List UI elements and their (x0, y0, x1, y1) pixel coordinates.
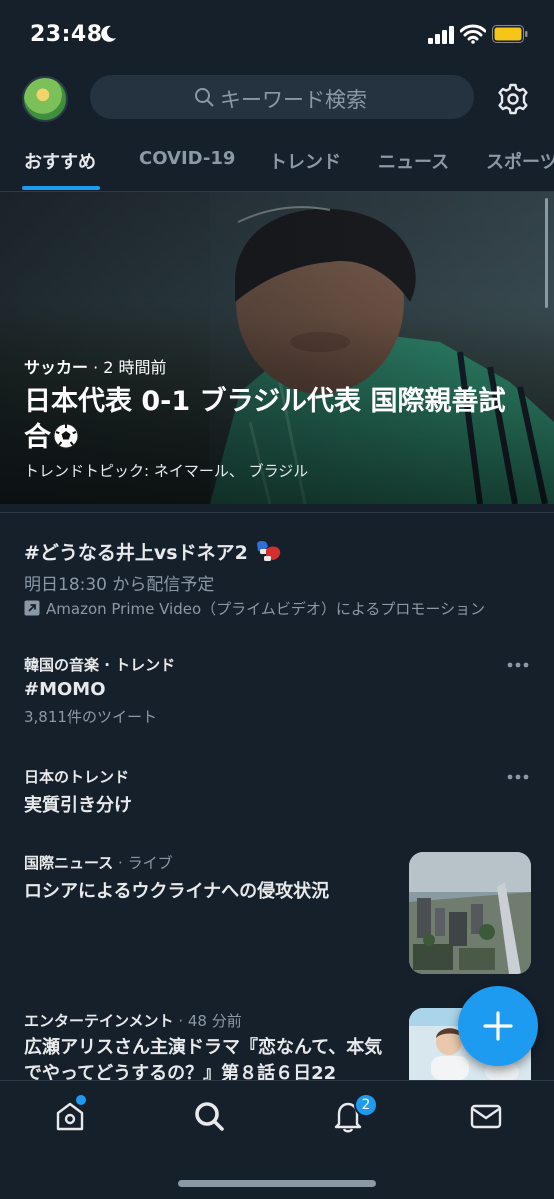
active-tab-indicator (22, 186, 100, 190)
signal-icon (428, 26, 454, 44)
tab-news[interactable]: ニュース (378, 148, 449, 174)
news-category: エンターテインメント (24, 1012, 174, 1030)
wifi-icon (460, 24, 486, 44)
gear-icon[interactable] (496, 82, 530, 116)
hero-card[interactable]: サッカー · 2 時間前 日本代表 0-1 ブラジル代表 国際親善試合 トレンド… (0, 192, 554, 504)
news-meta: · ライブ (113, 854, 173, 872)
scrollbar[interactable] (545, 198, 548, 308)
promoted-icon (24, 600, 40, 616)
news-context: 国際ニュース · ライブ (24, 852, 394, 873)
hero-title-text: 日本代表 0-1 ブラジル代表 国際親善試合 (24, 386, 506, 453)
section-divider (0, 512, 554, 513)
soccer-ball-icon (53, 423, 79, 449)
status-bar: 23:48 (0, 0, 554, 68)
hero-title: 日本代表 0-1 ブラジル代表 国際親善試合 (24, 384, 524, 456)
home-notification-dot (76, 1095, 86, 1105)
more-options-icon[interactable] (506, 773, 530, 781)
plus-icon (483, 1011, 513, 1041)
tab-bar: おすすめ COVID-19 トレンド ニュース スポーツ (0, 130, 554, 192)
tab-covid19[interactable]: COVID-19 (139, 148, 235, 169)
moon-icon (101, 25, 116, 42)
trend-item[interactable]: 韓国の音楽 · トレンド #MOMO 3,811件のツイート (24, 654, 534, 727)
news-title: ロシアによるウクライナへの侵攻状況 (24, 881, 330, 902)
promoted-by[interactable]: Amazon Prime Video（プライムビデオ）によるプロモーション (24, 598, 485, 619)
status-time: 23:48 (30, 22, 103, 47)
trend-title: 実質引き分け (24, 795, 132, 816)
home-indicator (178, 1180, 376, 1187)
avatar[interactable] (22, 76, 68, 122)
tab-trends[interactable]: トレンド (269, 148, 341, 174)
search-placeholder: キーワード検索 (220, 88, 367, 112)
hero-overlay (0, 192, 554, 504)
search-icon[interactable] (192, 1099, 226, 1133)
hero-topics: トレンドトピック: ネイマール、 ブラジル (24, 462, 309, 480)
tab-sports[interactable]: スポーツ (486, 148, 554, 174)
news-thumbnail[interactable] (409, 852, 531, 974)
compose-button[interactable] (458, 986, 538, 1066)
trend-title: #MOMO (24, 679, 106, 700)
news-meta: · 48 分前 (173, 1012, 242, 1030)
trend-tweet-count: 3,811件のツイート (24, 708, 157, 726)
news-item[interactable]: エンターテインメント · 48 分前 広瀬アリスさん主演ドラマ『恋なんて、本気で… (24, 1010, 394, 1087)
boxing-glove-icon (257, 540, 281, 561)
tab-recommended[interactable]: おすすめ (24, 148, 96, 174)
promoted-trend-title[interactable]: #どうなる井上vsドネア2 (24, 538, 282, 565)
hero-time: · 2 時間前 (93, 358, 167, 377)
hero-category: サッカー (24, 358, 89, 377)
hero-meta: サッカー · 2 時間前 (24, 354, 167, 378)
promoted-trend-subtitle: 明日18:30 から配信予定 (24, 575, 215, 595)
trend-context: 日本のトレンド (24, 768, 130, 786)
trend-context: 韓国の音楽 · トレンド (24, 656, 176, 674)
search-icon (195, 88, 214, 107)
promoted-trend-text: #どうなる井上vsドネア2 (24, 542, 248, 564)
news-category: 国際ニュース (24, 854, 114, 872)
news-item[interactable]: 国際ニュース · ライブ ロシアによるウクライナへの侵攻状況 (24, 852, 394, 903)
battery-icon (492, 25, 528, 43)
top-bar: キーワード検索 (0, 68, 554, 130)
news-context: エンターテインメント · 48 分前 (24, 1010, 394, 1031)
notification-badge: 2 (354, 1093, 378, 1117)
trend-item[interactable]: 日本のトレンド 実質引き分け (24, 766, 534, 817)
mail-icon[interactable] (469, 1099, 503, 1133)
promoted-by-text: Amazon Prime Video（プライムビデオ）によるプロモーション (46, 600, 486, 618)
search-input[interactable]: キーワード検索 (90, 75, 474, 119)
more-options-icon[interactable] (506, 661, 530, 669)
